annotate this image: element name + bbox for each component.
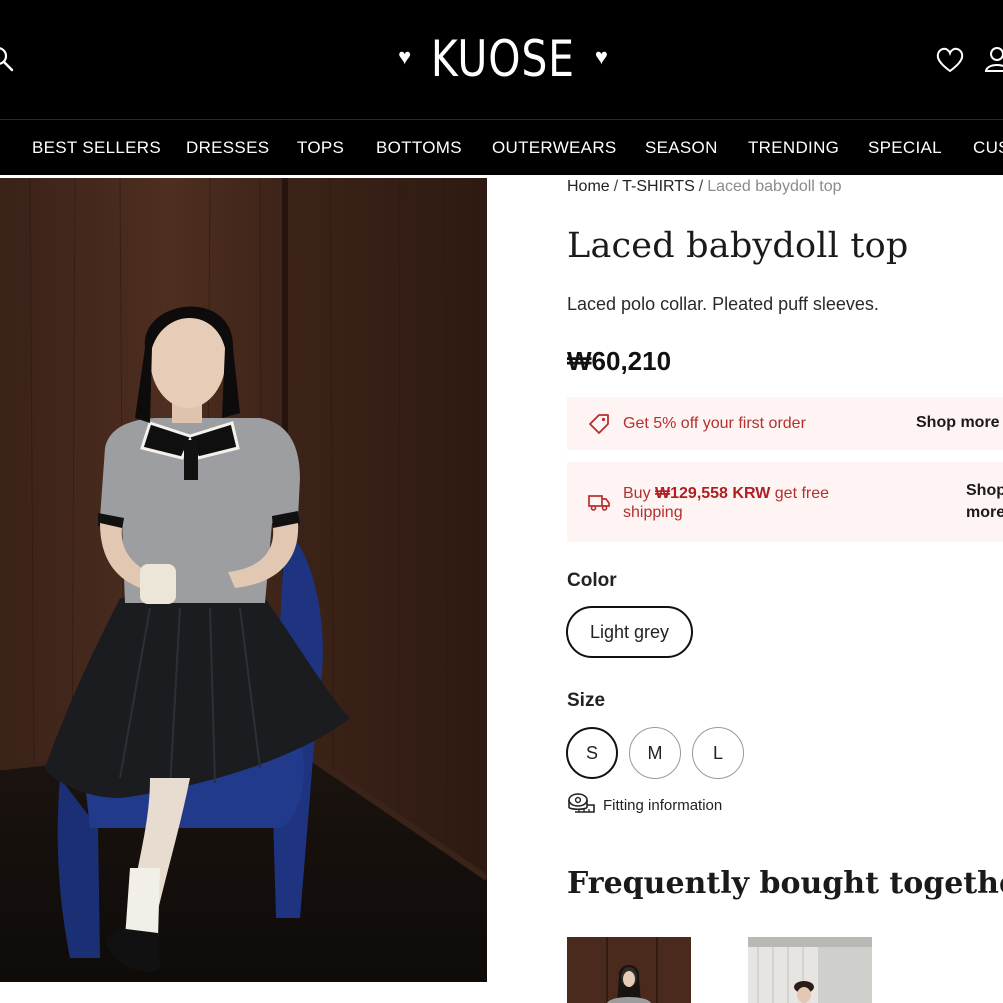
nav-special[interactable]: SPECIAL	[868, 120, 942, 176]
shop-more-line1: Shop	[966, 482, 1003, 499]
breadcrumb-category[interactable]: T-SHIRTS	[622, 178, 695, 195]
shop-more-shipping-link[interactable]: Shop more	[966, 480, 1003, 524]
nav-tops[interactable]: TOPS	[297, 120, 344, 176]
nav-dresses[interactable]: DRESSES	[186, 120, 269, 176]
measuring-tape-icon	[567, 791, 595, 820]
breadcrumb: Home / T-SHIRTS / Laced babydoll top	[567, 178, 842, 196]
site-logo[interactable]: ♥ KUOSE ♥	[398, 30, 608, 88]
search-icon[interactable]	[0, 46, 14, 72]
wishlist-heart-icon[interactable]	[935, 46, 965, 74]
product-description: Laced polo collar. Pleated puff sleeves.	[567, 294, 879, 314]
size-option-s[interactable]: S	[566, 727, 618, 779]
first-order-promo-banner: Get 5% off your first order Shop more	[567, 397, 1003, 450]
frequently-bought-together-heading: Frequently bought together:	[567, 866, 1003, 901]
shop-more-line2: more	[966, 504, 1003, 521]
nav-season[interactable]: SEASON	[645, 120, 718, 176]
free-shipping-threshold: ₩129,558 KRW	[655, 485, 771, 502]
first-order-promo-text: Get 5% off your first order	[623, 415, 806, 432]
size-option-l[interactable]: L	[692, 727, 744, 779]
size-label: Size	[567, 690, 606, 711]
color-label: Color	[567, 570, 617, 591]
product-main-image[interactable]	[0, 178, 487, 982]
fitting-information-label: Fitting information	[603, 796, 723, 814]
nav-best-sellers[interactable]: BEST SELLERS	[32, 120, 161, 176]
related-product-thumbnail[interactable]	[748, 937, 872, 1003]
logo-wordmark: KUOSE	[430, 30, 576, 88]
related-product-thumbnail[interactable]	[567, 937, 691, 1003]
product-title: Laced babydoll top	[567, 226, 909, 266]
product-price: ₩60,210	[567, 346, 672, 376]
size-option-m[interactable]: M	[629, 727, 681, 779]
main-navigation: BEST SELLERS DRESSES TOPS BOTTOMS OUTERW…	[0, 119, 1003, 175]
breadcrumb-separator: /	[613, 178, 619, 195]
nav-custom[interactable]: CUS	[973, 120, 1003, 176]
nav-trending[interactable]: TRENDING	[748, 120, 839, 176]
account-user-icon[interactable]	[982, 44, 1003, 74]
site-header: ♥ KUOSE ♥	[0, 0, 1003, 119]
color-option-light-grey[interactable]: Light grey	[566, 606, 693, 658]
breadcrumb-home[interactable]: Home	[567, 178, 610, 195]
nav-bottoms[interactable]: BOTTOMS	[376, 120, 462, 176]
logo-heart-left: ♥	[398, 44, 412, 69]
nav-outerwears[interactable]: OUTERWEARS	[492, 120, 617, 176]
fitting-information-link[interactable]: Fitting information	[567, 792, 722, 818]
shop-more-link[interactable]: Shop more	[916, 412, 1000, 434]
shipping-text-before: Buy	[623, 485, 656, 502]
tag-icon	[587, 412, 611, 436]
free-shipping-promo-banner: Buy ₩129,558 KRW get free shipping Shop m…	[567, 462, 1003, 542]
breadcrumb-separator: /	[698, 178, 704, 195]
free-shipping-promo-text: Buy ₩129,558 KRW get free shipping	[623, 484, 873, 522]
delivery-truck-icon	[587, 490, 611, 514]
breadcrumb-current: Laced babydoll top	[707, 178, 842, 195]
logo-heart-right: ♥	[594, 44, 608, 69]
